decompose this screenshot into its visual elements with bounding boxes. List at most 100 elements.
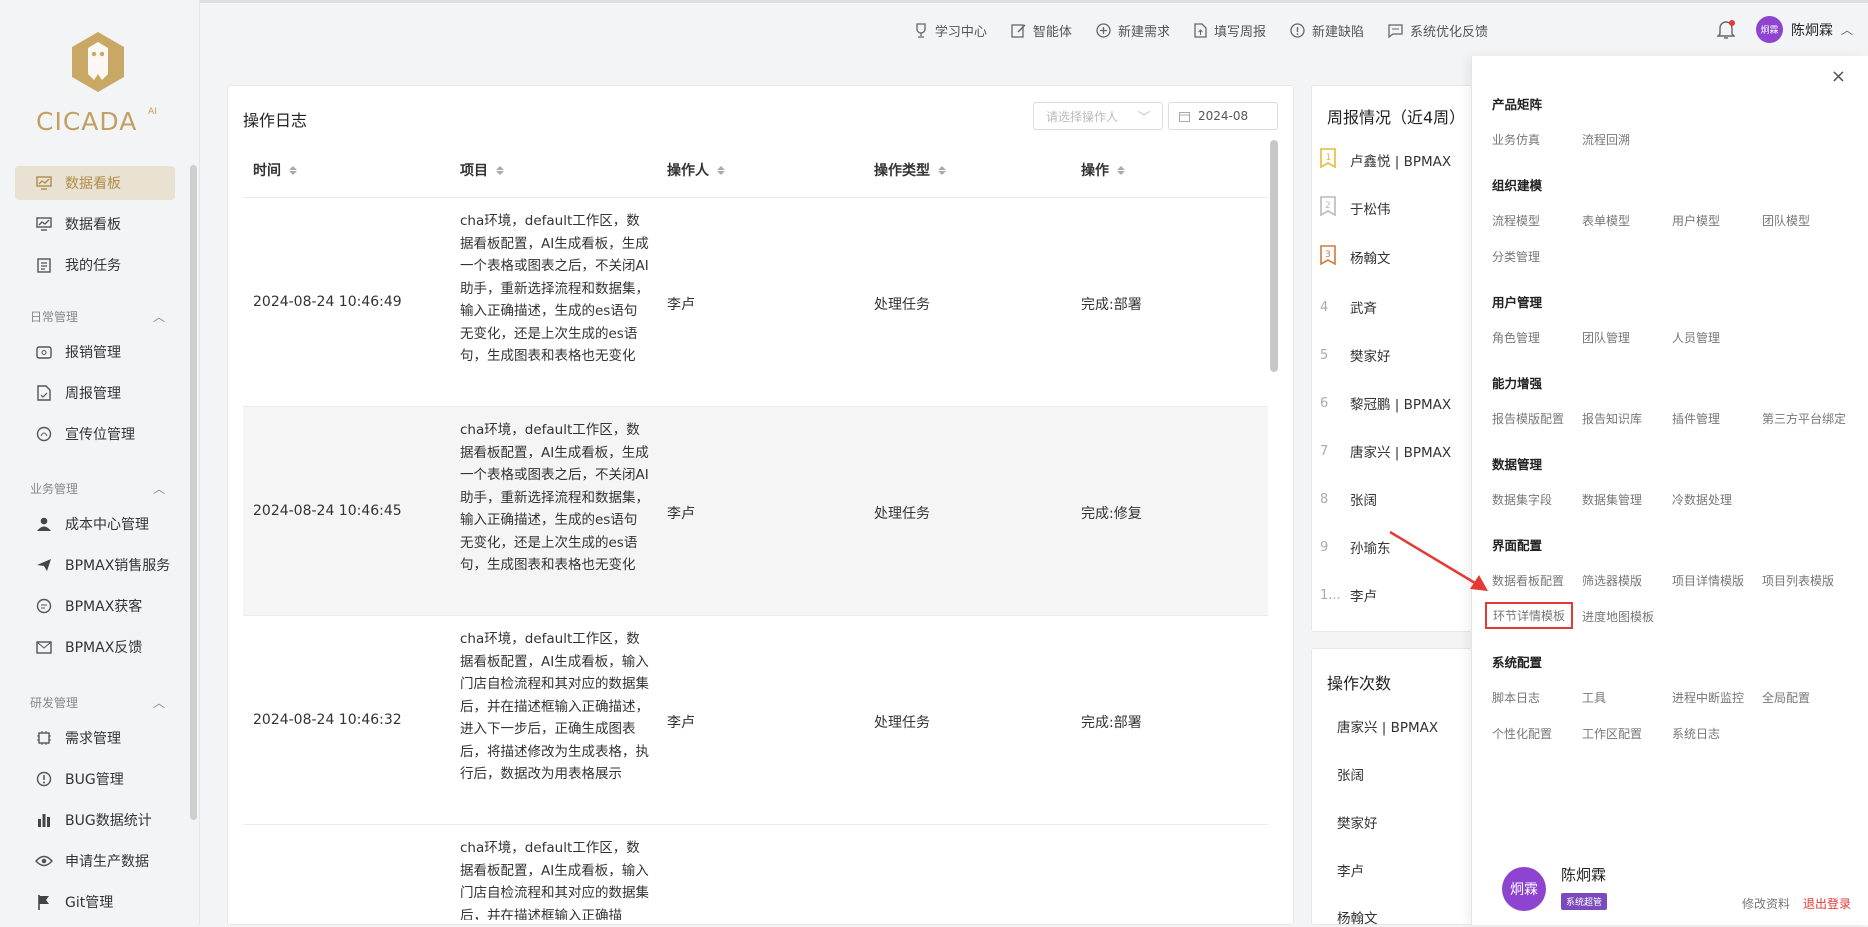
menu-item-step-detail-highlighted[interactable]: 环节详情模板 xyxy=(1485,602,1574,629)
close-icon[interactable]: × xyxy=(1831,66,1846,87)
link-new-demand[interactable]: 新建需求 xyxy=(1096,21,1170,40)
menu-item-project-list[interactable]: 项目列表模版 xyxy=(1762,572,1834,589)
chat-icon xyxy=(35,597,53,615)
sidebar-item-my-tasks[interactable]: 我的任务 xyxy=(15,248,175,282)
calendar-icon xyxy=(1179,111,1190,122)
menu-item-report-template[interactable]: 报告模版配置 xyxy=(1492,410,1564,427)
col-type[interactable]: 操作类型 xyxy=(874,160,946,180)
opcount-item: 张阔 xyxy=(1337,768,1364,784)
sidebar-item-bug[interactable]: BUG管理 xyxy=(15,762,175,796)
sidebar-item-feedback[interactable]: BPMAX反馈 xyxy=(15,630,175,664)
group-business[interactable]: 业务管理 ︿ xyxy=(30,480,165,497)
menu-item-filter-template[interactable]: 筛选器模版 xyxy=(1582,572,1642,589)
menu-item-progress-map[interactable]: 进度地图模板 xyxy=(1582,608,1654,625)
sort-icon xyxy=(289,165,297,175)
rank-bronze-icon: 3 xyxy=(1320,245,1350,269)
menu-item-dataset-fields[interactable]: 数据集字段 xyxy=(1492,491,1552,508)
link-weekly-report[interactable]: 填写周报 xyxy=(1194,21,1266,40)
menu-item-roles[interactable]: 角色管理 xyxy=(1492,329,1540,346)
menu-item-people[interactable]: 人员管理 xyxy=(1672,329,1720,346)
rank-item[interactable]: 4 武斉 xyxy=(1320,297,1377,318)
col-action[interactable]: 操作 xyxy=(1081,160,1125,180)
menu-item-global-config[interactable]: 全局配置 xyxy=(1762,689,1810,706)
sidebar-item-weekly[interactable]: 周报管理 xyxy=(15,376,175,410)
link-agent[interactable]: 智能体 xyxy=(1011,21,1072,40)
chevron-up-icon: ︿ xyxy=(1841,23,1854,37)
menu-item-third-party[interactable]: 第三方平台绑定 xyxy=(1762,410,1846,427)
table-scrollbar[interactable] xyxy=(1270,140,1278,372)
sidebar-item-git[interactable]: Git管理 xyxy=(15,885,175,919)
link-learning[interactable]: 学习中心 xyxy=(914,21,987,40)
sidebar-item-dashboard[interactable]: 数据看板 xyxy=(15,207,175,241)
sidebar-item-dashboard-active[interactable]: 数据看板 xyxy=(15,166,175,200)
dashboard-icon xyxy=(35,174,53,192)
logout-link[interactable]: 退出登录 xyxy=(1803,895,1851,912)
sidebar-item-cost[interactable]: 成本中心管理 xyxy=(15,507,175,541)
sidebar: CICADA AI 数据看板 数据看板 我的任务 日常管理 ︿ 报销管理 周报管理… xyxy=(0,0,200,925)
menu-item-script-log[interactable]: 脚本日志 xyxy=(1492,689,1540,706)
edit-icon xyxy=(1011,24,1026,38)
rank-item[interactable]: 3 杨翰文 xyxy=(1320,245,1391,269)
sidebar-item-promo[interactable]: 宣传位管理 xyxy=(15,417,175,451)
menu-item-interrupt-monitor[interactable]: 进程中断监控 xyxy=(1672,689,1744,706)
section-title: 用户管理 xyxy=(1492,295,1543,310)
user-menu[interactable]: 炯霖 陈炯霖 ︿ xyxy=(1756,16,1853,43)
group-rd[interactable]: 研发管理 ︿ xyxy=(30,694,165,711)
rank-item[interactable]: 5 樊家好 xyxy=(1320,345,1391,366)
sidebar-item-prod-data[interactable]: 申请生产数据 xyxy=(15,844,175,878)
cell-time: 2024-08-24 10:46:32 xyxy=(253,712,402,728)
link-new-defect[interactable]: 新建缺陷 xyxy=(1290,21,1364,40)
link-feedback[interactable]: 系统优化反馈 xyxy=(1388,21,1488,40)
sidebar-item-demand[interactable]: 需求管理 xyxy=(15,721,175,755)
col-project[interactable]: 项目 xyxy=(460,160,504,180)
cell-type: 处理任务 xyxy=(874,506,930,522)
menu-item-tools[interactable]: 工具 xyxy=(1582,689,1606,706)
menu-item-category[interactable]: 分类管理 xyxy=(1492,248,1540,265)
sidebar-item-acquire[interactable]: BPMAX获客 xyxy=(15,589,175,623)
section-title: 系统配置 xyxy=(1492,655,1543,670)
trophy-icon xyxy=(916,23,926,38)
edit-profile-link[interactable]: 修改资料 xyxy=(1742,895,1790,912)
menu-item-dataset-manage[interactable]: 数据集管理 xyxy=(1582,491,1642,508)
menu-item-workspace[interactable]: 工作区配置 xyxy=(1582,725,1642,742)
dashboard-icon xyxy=(35,215,53,233)
section-title: 能力增强 xyxy=(1492,376,1543,391)
group-daily[interactable]: 日常管理 ︿ xyxy=(30,308,165,325)
month-picker[interactable]: 2024-08 xyxy=(1168,102,1278,130)
bell-icon[interactable] xyxy=(1716,20,1736,44)
rank-item[interactable]: 7 唐家兴 | BPMAX xyxy=(1320,441,1451,462)
menu-item-teams[interactable]: 团队管理 xyxy=(1582,329,1630,346)
rank-item[interactable]: 8 张阔 xyxy=(1320,489,1377,510)
operator-select[interactable]: 请选择操作人 ﹀ xyxy=(1033,102,1163,130)
menu-item-personalize[interactable]: 个性化配置 xyxy=(1492,725,1552,742)
wallet-icon xyxy=(35,343,53,361)
menu-item-simulation[interactable]: 业务仿真 xyxy=(1492,131,1540,148)
menu-item-project-detail[interactable]: 项目详情模版 xyxy=(1672,572,1744,589)
sidebar-item-reimburse[interactable]: 报销管理 xyxy=(15,335,175,369)
cell-user: 李卢 xyxy=(667,715,695,731)
rank-item[interactable]: 1... 李卢 xyxy=(1320,585,1377,606)
menu-item-cold-data[interactable]: 冷数据处理 xyxy=(1672,491,1732,508)
table-row[interactable] xyxy=(243,825,1268,925)
rank-item[interactable]: 1 卢鑫悦 | BPMAX xyxy=(1320,148,1451,172)
menu-item-replay[interactable]: 流程回溯 xyxy=(1582,131,1630,148)
annotation-arrow xyxy=(1389,530,1488,591)
menu-item-process-model[interactable]: 流程模型 xyxy=(1492,212,1540,229)
menu-item-user-model[interactable]: 用户模型 xyxy=(1672,212,1720,229)
sidebar-item-label: 我的任务 xyxy=(65,258,121,274)
rank-item[interactable]: 6 黎冠鹏 | BPMAX xyxy=(1320,393,1451,414)
rank-item[interactable]: 2 于松伟 xyxy=(1320,196,1391,220)
rank-silver-icon: 2 xyxy=(1320,196,1350,220)
menu-item-plugins[interactable]: 插件管理 xyxy=(1672,410,1720,427)
col-time[interactable]: 时间 xyxy=(253,160,297,180)
sidebar-item-sales[interactable]: BPMAX销售服务 xyxy=(15,548,175,582)
menu-item-dashboard-config[interactable]: 数据看板配置 xyxy=(1492,572,1564,589)
menu-item-form-model[interactable]: 表单模型 xyxy=(1582,212,1630,229)
user-icon xyxy=(35,515,53,533)
col-user[interactable]: 操作人 xyxy=(667,160,725,180)
menu-item-team-model[interactable]: 团队模型 xyxy=(1762,212,1810,229)
menu-item-system-log[interactable]: 系统日志 xyxy=(1672,725,1720,742)
sidebar-item-bug-stats[interactable]: BUG数据统计 xyxy=(15,803,175,837)
sidebar-scrollbar[interactable] xyxy=(190,165,197,820)
menu-item-report-kb[interactable]: 报告知识库 xyxy=(1582,410,1642,427)
